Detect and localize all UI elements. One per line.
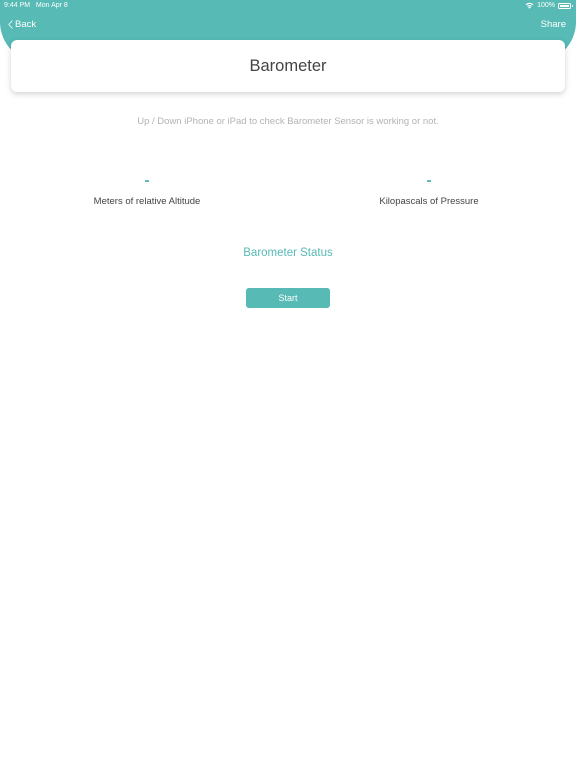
title-card: Barometer bbox=[11, 40, 565, 92]
status-indicators: 100% bbox=[525, 2, 573, 9]
barometer-screen: 9:44 PM Mon Apr 8 100% Back Share Barome… bbox=[0, 0, 576, 768]
chevron-left-icon bbox=[8, 20, 13, 29]
back-label: Back bbox=[15, 19, 37, 30]
status-date: Mon Apr 8 bbox=[35, 2, 68, 9]
pressure-label: Kilopascals of Pressure bbox=[379, 196, 479, 207]
status-time: 9:44 PM bbox=[4, 2, 31, 9]
page-title: Barometer bbox=[249, 56, 327, 75]
start-button[interactable]: Start bbox=[246, 288, 330, 308]
wifi-icon bbox=[525, 2, 534, 9]
instruction-text: Up / Down iPhone or iPad to check Barome… bbox=[137, 116, 439, 127]
battery-percent: 100% bbox=[537, 2, 555, 9]
altitude-metric: - Meters of relative Altitude bbox=[47, 170, 247, 207]
altitude-label: Meters of relative Altitude bbox=[93, 196, 201, 207]
pressure-value: - bbox=[426, 172, 432, 189]
battery-icon bbox=[558, 2, 573, 9]
back-button[interactable]: Back bbox=[8, 19, 36, 30]
share-button[interactable]: Share bbox=[541, 19, 566, 30]
status-bar: 9:44 PM Mon Apr 8 100% bbox=[0, 0, 576, 12]
pressure-metric: - Kilopascals of Pressure bbox=[329, 170, 529, 207]
altitude-value: - bbox=[144, 172, 150, 189]
barometer-status-label: Barometer Status bbox=[243, 247, 333, 259]
status-time-date: 9:44 PM Mon Apr 8 bbox=[4, 2, 68, 9]
